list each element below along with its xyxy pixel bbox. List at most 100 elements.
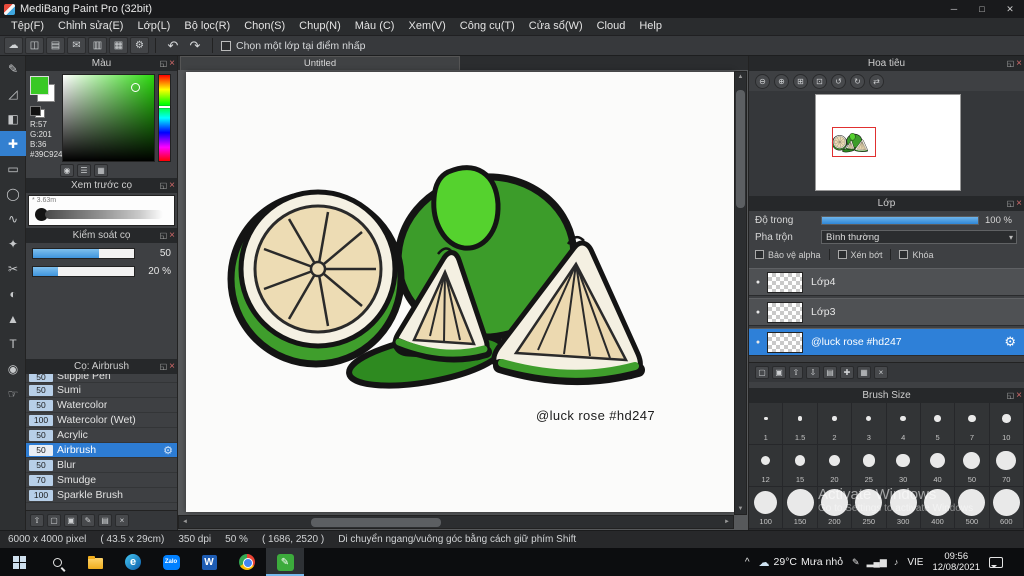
scroll-up-arrow[interactable]: ▲ — [735, 72, 746, 82]
magic-wand-tool[interactable]: ✦ — [0, 231, 26, 256]
taskbar-file-explorer[interactable] — [76, 548, 114, 576]
brush-size-option[interactable]: 30 — [886, 445, 921, 487]
navigator-thumbnail[interactable] — [815, 94, 961, 191]
horizontal-scrollbar[interactable]: ◄ ► — [178, 515, 734, 529]
brush-size-slider[interactable] — [32, 248, 135, 259]
close-button[interactable]: ✕ — [996, 0, 1024, 18]
fit-view-icon[interactable]: ⊞ — [793, 73, 808, 89]
bucket-tool[interactable]: ◧ — [0, 106, 26, 131]
brush-size-option[interactable]: 20 — [817, 445, 853, 487]
brush-size-option[interactable]: 50 — [955, 445, 990, 487]
eyedropper-icon[interactable]: ◉ — [60, 164, 74, 177]
menu-item[interactable]: Chụp(N) — [292, 18, 348, 35]
edit-brush-icon[interactable]: ✎ — [81, 514, 95, 527]
pen-tool[interactable]: ✎ — [0, 56, 26, 81]
popout-icon[interactable]: ◱ — [160, 362, 168, 371]
zoom-reset-icon[interactable]: ⊡ — [812, 73, 827, 89]
rotate-cw-icon[interactable]: ↻ — [850, 73, 865, 89]
layer-settings-icon[interactable]: ⚙ — [1004, 334, 1016, 350]
tray-icon-1[interactable]: ▂▄▆ — [867, 557, 887, 568]
taskbar-word[interactable]: W — [190, 548, 228, 576]
visibility-icon[interactable]: ● — [749, 339, 767, 346]
scroll-left-arrow[interactable]: ◄ — [179, 516, 191, 528]
blend-mode-select[interactable]: Bình thường ▾ — [821, 230, 1017, 244]
brush-size-option[interactable]: 400 — [920, 487, 956, 529]
duplicate-brush-icon[interactable]: ▣ — [64, 514, 78, 527]
select-ellipse-tool[interactable]: ◯ — [0, 181, 26, 206]
open-file-icon[interactable]: ◫ — [25, 37, 44, 54]
vertical-scroll-thumb[interactable] — [736, 90, 745, 208]
add-brush-icon[interactable]: ▢ — [47, 514, 61, 527]
scroll-right-arrow[interactable]: ► — [721, 516, 733, 528]
shape-tool[interactable]: ▲ — [0, 306, 26, 331]
brush-item[interactable]: 50 Watercolor — [26, 398, 177, 413]
merge-layer-icon[interactable]: ✚ — [840, 366, 854, 379]
brush-size-option[interactable]: 40 — [920, 445, 956, 487]
layer-item[interactable]: ● Lớp3 — [749, 298, 1024, 326]
hue-cursor[interactable] — [159, 105, 170, 108]
add-layer-icon[interactable]: ▢ — [755, 366, 769, 379]
popout-icon[interactable]: ◱ — [160, 59, 168, 68]
tray-icon-0[interactable]: ✎ — [852, 557, 860, 568]
notification-icon[interactable] — [989, 556, 1003, 568]
pick-layer-checkbox[interactable] — [221, 40, 231, 51]
tray-expand[interactable]: ^ — [745, 557, 750, 568]
delete-brush-icon[interactable]: × — [115, 514, 129, 527]
sv-cursor[interactable] — [131, 83, 140, 92]
brush-size-option[interactable]: 100 — [749, 487, 784, 529]
brush-size-option[interactable]: 5 — [920, 403, 956, 445]
brush-item[interactable]: 100 Sparkle Brush — [26, 488, 177, 503]
save-icon[interactable]: ▤ — [46, 37, 65, 54]
settings-icon[interactable]: ⚙ — [130, 37, 149, 54]
protect-alpha-checkbox[interactable] — [755, 250, 764, 259]
saturation-value-picker[interactable] — [62, 74, 155, 162]
brush-size-option[interactable]: 150 — [783, 487, 818, 529]
brush-item[interactable]: 50 Acrylic — [26, 428, 177, 443]
palette-grid-icon[interactable]: ▦ — [94, 164, 108, 177]
brush-size-option[interactable]: 2 — [817, 403, 853, 445]
brush-size-option[interactable]: 250 — [852, 487, 887, 529]
close-icon[interactable]: × — [169, 58, 175, 69]
close-icon[interactable]: × — [169, 361, 175, 372]
cloud-icon[interactable]: ☁ — [4, 37, 23, 54]
minimize-button[interactable]: ─ — [940, 0, 968, 18]
taskbar-chrome[interactable] — [228, 548, 266, 576]
clipping-checkbox[interactable] — [837, 250, 847, 259]
eyedropper-tool[interactable]: ◉ — [0, 356, 26, 381]
close-icon[interactable]: × — [1016, 198, 1022, 209]
brush-size-option[interactable]: 7 — [955, 403, 990, 445]
viewport-rect[interactable] — [832, 127, 876, 157]
language-indicator[interactable]: VIE — [907, 557, 923, 568]
move-tool[interactable]: ✚ — [0, 131, 26, 156]
close-icon[interactable]: × — [169, 230, 175, 241]
layer-down-icon[interactable]: ⇩ — [806, 366, 820, 379]
weather-widget[interactable]: ☁ 29°C Mưa nhỏ — [759, 556, 844, 569]
message-icon[interactable]: ✉ — [67, 37, 86, 54]
popout-icon[interactable]: ◱ — [1007, 59, 1015, 68]
brush-item[interactable]: 50 Blur — [26, 458, 177, 473]
layer-grid-icon[interactable]: ▦ — [857, 366, 871, 379]
zoom-in-icon[interactable]: ⊕ — [774, 73, 789, 89]
brush-size-option[interactable]: 4 — [886, 403, 921, 445]
brush-opacity-slider[interactable] — [32, 266, 135, 277]
brush-size-option[interactable]: 1 — [749, 403, 784, 445]
hand-tool[interactable]: ☞ — [0, 381, 26, 406]
brush-size-option[interactable]: 25 — [852, 445, 887, 487]
grid-view-icon[interactable]: ▦ — [109, 37, 128, 54]
scroll-down-arrow[interactable]: ▼ — [735, 504, 746, 514]
text-tool[interactable]: T — [0, 331, 26, 356]
menu-item[interactable]: Cửa sổ(W) — [522, 18, 590, 35]
foreground-swatch[interactable] — [30, 76, 49, 95]
delete-layer-icon[interactable]: × — [874, 366, 888, 379]
brush-item[interactable]: 70 Smudge — [26, 473, 177, 488]
close-icon[interactable]: × — [169, 180, 175, 191]
brush-size-option[interactable]: 600 — [989, 487, 1024, 529]
maximize-button[interactable]: □ — [968, 0, 996, 18]
export-icon[interactable]: ▥ — [88, 37, 107, 54]
popout-icon[interactable]: ◱ — [1007, 199, 1015, 208]
divide-tool[interactable]: ✂ — [0, 256, 26, 281]
document-tab[interactable]: Untitled — [180, 56, 460, 70]
taskbar-edge[interactable]: e — [114, 548, 152, 576]
menu-item[interactable]: Công cụ(T) — [453, 18, 522, 35]
redo-button[interactable]: ↷ — [184, 37, 206, 54]
